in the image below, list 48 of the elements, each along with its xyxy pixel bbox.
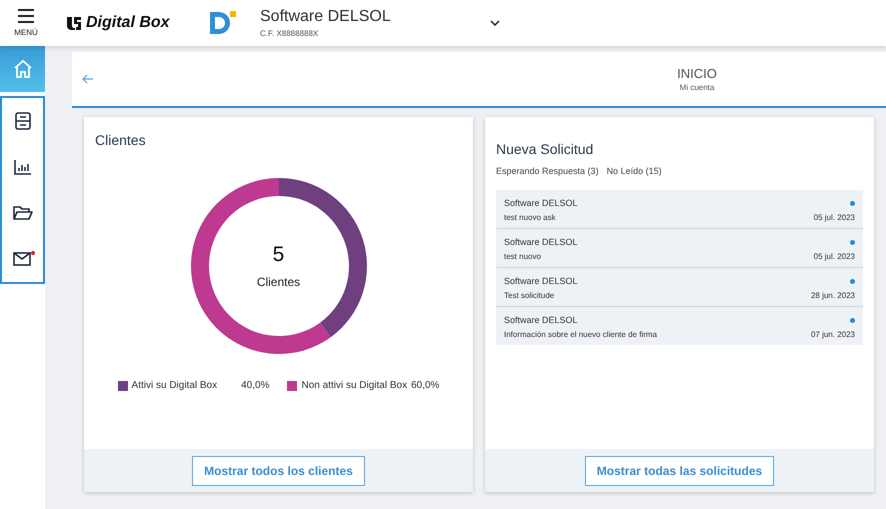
- brand-name: Digital Box: [86, 14, 170, 32]
- logo-icon: [66, 15, 82, 31]
- request-date: 28 jun. 2023: [810, 291, 855, 300]
- legend-label: Non attivi su Digital Box: [301, 380, 408, 391]
- page-subtitle: Mi cuenta: [680, 83, 714, 92]
- client-count: 5: [272, 243, 284, 267]
- request-item[interactable]: Software DELSOL Test solicitude 28 jun. 2023: [496, 268, 863, 307]
- chevron-down-icon[interactable]: [490, 20, 500, 26]
- request-subject: test nuovo: [504, 252, 541, 261]
- menu-button[interactable]: MENÚ: [0, 0, 52, 46]
- filter-link[interactable]: Esperando Respuesta (3): [496, 166, 599, 176]
- card-title: Clientes: [95, 132, 147, 148]
- sidebar-item[interactable]: [0, 190, 45, 236]
- legend-value: 40,0%: [241, 380, 270, 391]
- show-all-requests-button[interactable]: Mostrar todas las solicitudes: [584, 456, 774, 486]
- home-icon: [12, 59, 32, 79]
- page-title: INICIO: [677, 66, 717, 81]
- request-item[interactable]: Software DELSOL test nuovo 05 jul. 2023: [496, 229, 863, 268]
- sidebar-item[interactable]: [0, 236, 45, 284]
- legend-label: Attivi su Digital Box: [132, 380, 218, 391]
- sidebar-item[interactable]: [0, 96, 45, 144]
- request-date: 05 jul. 2023: [814, 252, 855, 261]
- sidebar-item[interactable]: [0, 144, 45, 190]
- legend-value: 60,0%: [411, 380, 440, 391]
- company-name: Software DELSOL: [260, 8, 392, 26]
- folder-icon: [12, 205, 32, 221]
- request-sender: Software DELSOL: [504, 276, 578, 286]
- filter-link[interactable]: No Leído (15): [606, 166, 662, 176]
- drawer-cabinet-icon: [14, 112, 32, 130]
- request-sender: Software DELSOL: [504, 237, 578, 247]
- client-count-label: Clientes: [256, 275, 300, 289]
- menu-icon: [17, 9, 35, 23]
- request-date: 05 jul. 2023: [814, 213, 855, 222]
- request-item[interactable]: Software DELSOL test nuovo ask 05 jul. 2023: [496, 190, 863, 229]
- request-date: 07 jun. 2023: [810, 330, 855, 339]
- card-title: Nueva Solicitud: [496, 141, 594, 157]
- company-logo-icon: [208, 10, 238, 36]
- bar-chart-icon: [14, 159, 32, 175]
- back-arrow-icon[interactable]: [82, 74, 94, 84]
- tax-id: C.F. X8888888X: [260, 29, 320, 38]
- show-all-clients-button[interactable]: Mostrar todos los clientes: [192, 456, 365, 486]
- mail-icon: [12, 251, 32, 267]
- request-sender: Software DELSOL: [504, 315, 578, 325]
- request-sender: Software DELSOL: [504, 198, 578, 208]
- request-item[interactable]: Software DELSOL Información sobre el nuevo cliente de firma 07 jun. 2023: [496, 307, 863, 345]
- request-subject: test nuovo ask: [504, 213, 556, 222]
- request-subject: Información sobre el nuevo cliente de firma: [504, 330, 657, 339]
- request-subject: Test solicitude: [504, 291, 554, 300]
